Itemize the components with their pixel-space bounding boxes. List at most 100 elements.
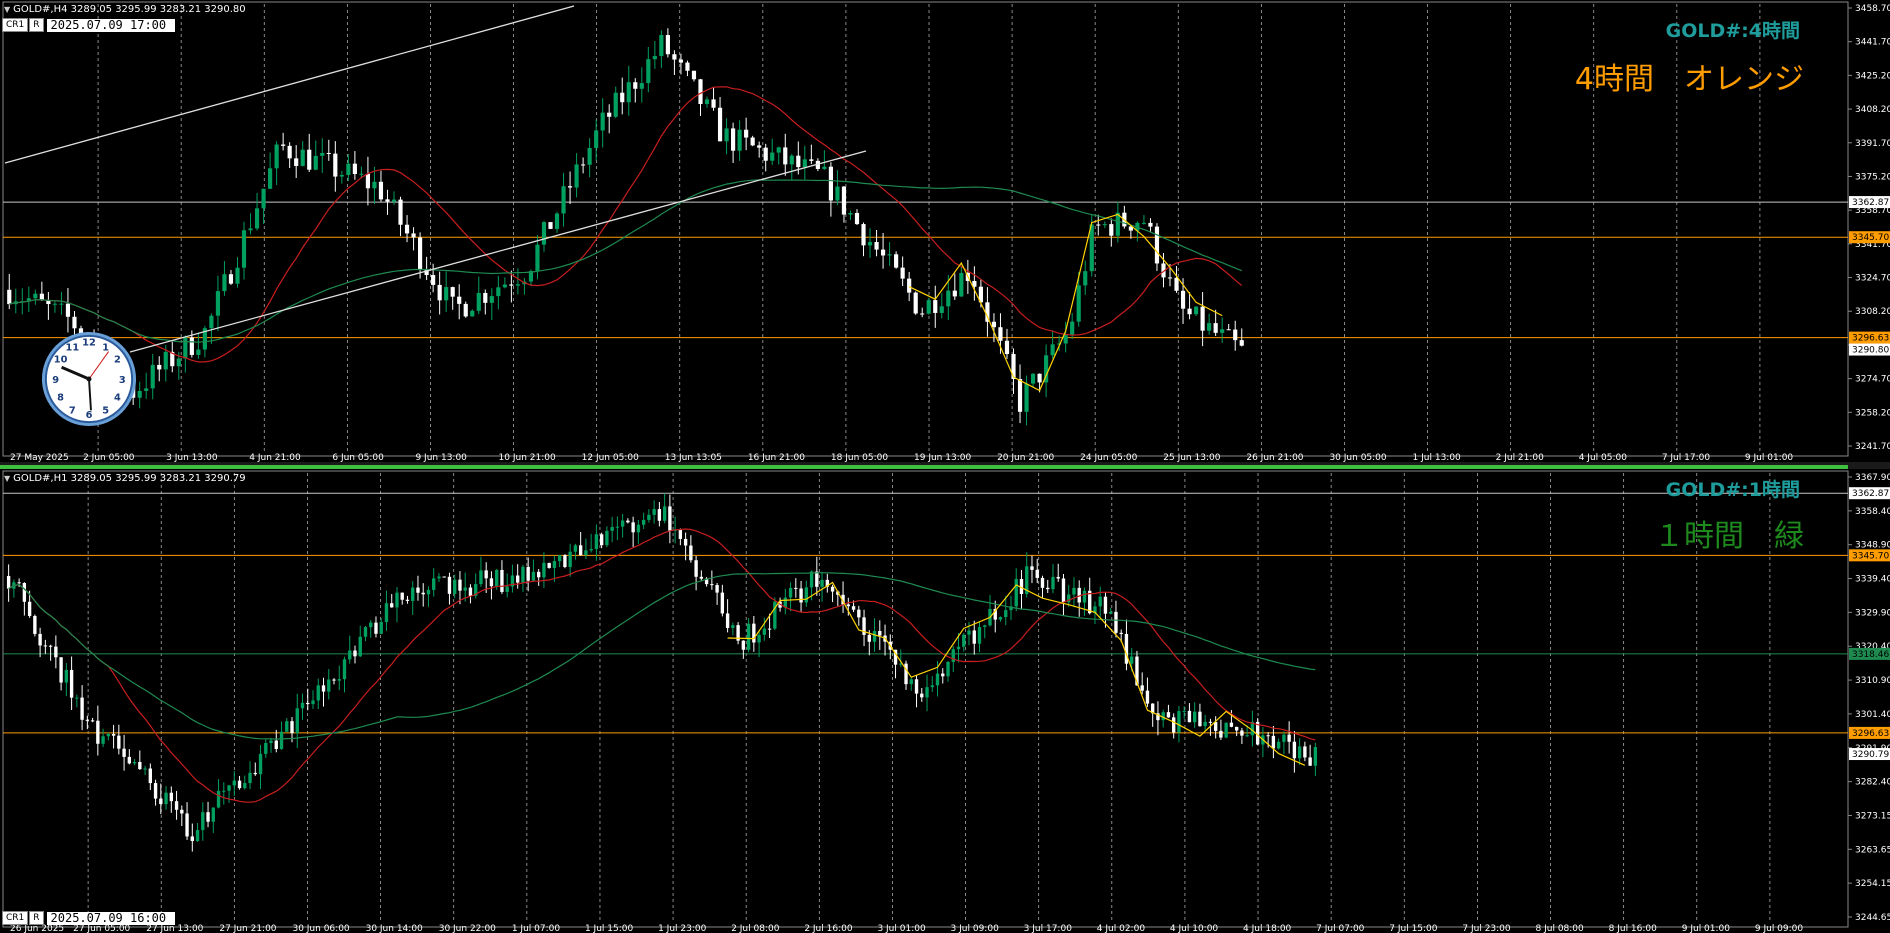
- candle-body: [867, 634, 871, 642]
- cr-tag[interactable]: CR1: [2, 18, 29, 32]
- time-tick-label: 9 Jul 01:00: [1682, 924, 1731, 933]
- h1-chart-canvas[interactable]: 3367.903358.403348.903339.403329.903320.…: [0, 469, 1890, 933]
- candle-body: [1213, 722, 1218, 731]
- time-tick-label: 19 Jun 13:00: [914, 453, 971, 462]
- svg-text:8: 8: [57, 393, 64, 404]
- candle-body: [914, 679, 919, 694]
- analog-clock-icon[interactable]: 12 123 4567 891011: [40, 330, 138, 428]
- time-tick-label: 27 Jun 21:00: [219, 924, 276, 933]
- r-tag[interactable]: R: [29, 18, 44, 32]
- candle-body: [365, 173, 371, 189]
- candle-body: [1219, 730, 1223, 738]
- candle-body: [767, 628, 772, 630]
- r-tag[interactable]: R: [29, 911, 44, 925]
- candle-body: [647, 514, 651, 520]
- crosshair-tags: CR1 R 2025.07.09 16:00: [2, 911, 175, 925]
- chart-pane-h4[interactable]: 3458.70 3441.70 3425.20 3408.20 3391.70 3375.…: [0, 0, 1890, 465]
- candle-body: [689, 545, 693, 561]
- candle-body: [636, 524, 641, 533]
- candle-body: [300, 149, 305, 166]
- time-tick-label: 16 Jun 21:00: [748, 453, 805, 462]
- candle-body: [1239, 340, 1244, 346]
- candle-body: [1207, 323, 1212, 331]
- candle-body: [568, 551, 572, 568]
- candle-body: [496, 287, 501, 297]
- price-tick-label: 3391.70: [1855, 139, 1890, 149]
- zigzag-indicator: [908, 213, 1223, 392]
- candle-body: [1177, 711, 1181, 733]
- candle-body: [846, 604, 850, 607]
- candle-body: [531, 571, 536, 581]
- svg-text:2: 2: [114, 354, 121, 365]
- candle-body: [925, 687, 929, 698]
- price-tick-label: 3408.20: [1855, 105, 1890, 115]
- candle-body: [1070, 321, 1075, 335]
- time-tick-label: 4 Jul 18:00: [1243, 924, 1292, 933]
- time-tick-label: 2 Jul 08:00: [731, 924, 780, 933]
- candle-body: [1200, 306, 1205, 331]
- candle-body: [300, 702, 305, 709]
- candle-body: [872, 631, 877, 642]
- candle-body: [195, 830, 200, 842]
- collapse-triangle-icon[interactable]: ▼: [4, 5, 10, 14]
- candle-body: [633, 82, 638, 89]
- candle-body: [783, 147, 788, 165]
- candle-body: [933, 300, 938, 313]
- candle-body: [887, 254, 892, 256]
- candle-body: [584, 550, 588, 556]
- candle-body: [1014, 578, 1018, 607]
- candle-body: [613, 92, 618, 117]
- time-tick-label: 26 Jun 21:00: [1246, 453, 1303, 462]
- candle-body: [52, 303, 57, 305]
- plot-frame: [2, 1, 1849, 457]
- candle-body: [672, 54, 677, 60]
- chart-pane-h1[interactable]: 3367.90 3358.40 3348.90 3339.40 3329.90 3320.…: [0, 469, 1890, 933]
- candle-body: [552, 561, 557, 568]
- candle-body: [313, 155, 318, 170]
- candle-body: [80, 697, 84, 720]
- candle-body: [744, 129, 749, 138]
- candle-body: [704, 99, 710, 105]
- pane-separator[interactable]: [0, 462, 1890, 469]
- candle-body: [359, 173, 364, 175]
- candle-body: [307, 149, 312, 170]
- price-tick-label: 3263.65: [1855, 845, 1890, 855]
- candle-body: [1109, 611, 1113, 614]
- candle-body: [977, 626, 982, 644]
- collapse-triangle-icon[interactable]: ▼: [4, 474, 10, 483]
- price-tick-label: 3274.70: [1855, 375, 1890, 385]
- cr-tag[interactable]: CR1: [2, 911, 29, 925]
- candle-body: [1161, 712, 1165, 721]
- candle-body: [72, 316, 77, 329]
- candle-body: [710, 584, 714, 586]
- candle-body: [437, 284, 442, 301]
- candle-body: [1167, 277, 1173, 279]
- candle-body: [69, 669, 74, 698]
- candle-body: [752, 623, 756, 643]
- candle-body: [405, 599, 410, 601]
- candle-body: [1089, 224, 1094, 272]
- candle-body: [1303, 746, 1307, 758]
- crosshair-tags: CR1 R 2025.07.09 17:00: [2, 18, 175, 32]
- candle-body: [432, 578, 436, 590]
- candle-body: [789, 155, 794, 165]
- candle-body: [1063, 334, 1068, 344]
- time-tick-label: 3 Jul 09:00: [951, 924, 1000, 933]
- candle-body: [17, 582, 21, 584]
- price-tick-label: 3324.70: [1855, 274, 1890, 284]
- candle-body: [450, 287, 455, 297]
- candle-body: [358, 636, 362, 657]
- time-tick-label: 8 Jul 16:00: [1609, 924, 1658, 933]
- candle-body: [541, 222, 547, 245]
- candle-body: [956, 646, 961, 650]
- time-readout: 2025.07.09 17:00: [46, 18, 175, 32]
- candle-body: [848, 213, 853, 215]
- candle-body: [337, 679, 341, 681]
- candle-body: [757, 145, 762, 148]
- candle-body: [1240, 730, 1244, 736]
- candle-body: [437, 576, 441, 579]
- candle-body: [268, 168, 273, 189]
- candle-body: [1004, 340, 1010, 355]
- candle-body: [352, 163, 357, 174]
- time-tick-label: 30 Jun 22:00: [439, 924, 496, 933]
